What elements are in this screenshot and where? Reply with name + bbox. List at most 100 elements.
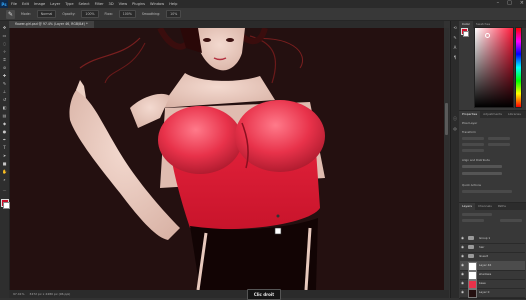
menu-window[interactable]: Window — [150, 2, 164, 6]
photoshop-logo-icon[interactable]: Ps — [0, 0, 8, 8]
close-icon[interactable]: × — [520, 0, 524, 6]
paragraph-icon[interactable]: ¶ — [452, 55, 458, 61]
eyedropper-tool-icon[interactable]: ⊘ — [2, 65, 7, 70]
properties-panel-tabs: Properties Adjustments Libraries — [459, 111, 526, 118]
distribute-buttons[interactable] — [462, 172, 502, 175]
canvas-vertical-scrollbar[interactable] — [444, 28, 449, 290]
document-tab[interactable]: flower-girl.psd @ 97.4% (Layer 46, RGB/8… — [9, 21, 94, 28]
visibility-eye-icon[interactable]: ◉ — [461, 290, 464, 294]
mode-select[interactable]: Normal — [36, 10, 57, 18]
brush-tool-icon[interactable]: ✎ — [2, 81, 7, 86]
menu-3d[interactable]: 3D — [109, 2, 114, 6]
layer-name: Layer 46 — [479, 263, 492, 267]
menu-layer[interactable]: Layer — [50, 2, 60, 6]
menu-select[interactable]: Select — [79, 2, 90, 6]
opacity-input[interactable]: 100% — [81, 10, 99, 18]
tools-panel: ✥ ▭ ◌ ✧ ⌗ ⊘ ✚ ✎ ⊥ ↺ ◧ ▤ ◆ ● ✒ T ➤ ■ ✋ ⌕ … — [0, 21, 10, 298]
minimize-icon[interactable]: – — [497, 0, 500, 6]
quick-select-tool-icon[interactable]: ✧ — [2, 49, 7, 54]
type-tool-icon[interactable]: T — [2, 145, 7, 150]
right-click-tooltip: Clic droit — [247, 289, 281, 300]
smoothing-input[interactable]: 10% — [166, 10, 182, 18]
brush-tool-icon[interactable]: ✎ — [6, 9, 15, 19]
background-color-swatch[interactable] — [3, 202, 10, 209]
panel-background-swatch[interactable] — [463, 31, 469, 37]
smoothing-label: Smoothing: — [141, 12, 161, 16]
brush-settings-icon[interactable]: ✎ — [452, 35, 458, 41]
crop-tool-icon[interactable]: ⌗ — [2, 57, 7, 62]
angle-field[interactable] — [462, 149, 484, 152]
path-select-tool-icon[interactable]: ➤ — [2, 153, 7, 158]
shape-tool-icon[interactable]: ■ — [2, 161, 7, 166]
menu-view[interactable]: View — [119, 2, 128, 6]
tab-layers[interactable]: Layers — [459, 203, 475, 210]
visibility-eye-icon[interactable]: ◉ — [461, 254, 464, 258]
x-field[interactable] — [462, 143, 484, 146]
more-tools-icon[interactable]: … — [2, 187, 7, 192]
visibility-eye-icon[interactable]: ◉ — [461, 236, 464, 240]
color-picker-cursor[interactable] — [485, 33, 490, 38]
visibility-eye-icon[interactable]: ◉ — [461, 272, 464, 276]
stamp-tool-icon[interactable]: ⊥ — [2, 89, 7, 94]
document-info: 3472 px x 2480 px (96 ppi) — [29, 292, 71, 296]
lasso-tool-icon[interactable]: ◌ — [2, 41, 7, 46]
layer-filter-field[interactable] — [462, 213, 492, 216]
history-icon[interactable]: ⟲ — [452, 25, 458, 31]
height-field[interactable] — [488, 137, 510, 140]
hand-tool-icon[interactable]: ✋ — [2, 169, 7, 174]
layer-row[interactable]: ◉ Layer 0 — [460, 288, 525, 298]
layer-thumbnail — [468, 289, 477, 298]
mode-label: Mode: — [21, 12, 31, 16]
width-field[interactable] — [462, 137, 484, 140]
flow-input[interactable]: 100% — [118, 10, 136, 18]
zoom-tool-icon[interactable]: ⌕ — [2, 177, 7, 182]
pen-tool-icon[interactable]: ✒ — [2, 137, 7, 142]
tab-adjustments[interactable]: Adjustments — [480, 111, 505, 118]
tab-properties[interactable]: Properties — [459, 111, 481, 118]
info-icon[interactable]: ⓘ — [452, 116, 458, 122]
tab-libraries[interactable]: Libraries — [505, 111, 524, 118]
maximize-icon[interactable]: □ — [507, 0, 512, 6]
folder-icon — [468, 245, 474, 249]
remove-background-button[interactable] — [462, 190, 512, 193]
navigator-icon[interactable]: ◎ — [452, 126, 458, 132]
move-tool-icon[interactable]: ✥ — [2, 25, 7, 30]
menu-image[interactable]: Image — [34, 2, 45, 6]
blur-tool-icon[interactable]: ◆ — [2, 121, 7, 126]
marquee-tool-icon[interactable]: ▭ — [2, 33, 7, 38]
scrollbar-thumb[interactable] — [445, 103, 448, 135]
character-icon[interactable]: A — [452, 45, 458, 51]
visibility-eye-icon[interactable]: ◉ — [461, 245, 464, 249]
menu-bar: Ps File Edit Image Layer Type Select Fil… — [0, 0, 526, 8]
menu-filter[interactable]: Filter — [95, 2, 104, 6]
zoom-level[interactable]: 97.41% — [13, 292, 24, 296]
healing-tool-icon[interactable]: ✚ — [2, 73, 7, 78]
visibility-eye-icon[interactable]: ◉ — [461, 263, 464, 267]
dodge-tool-icon[interactable]: ● — [2, 129, 7, 134]
layers-panel-tabs: Layers Channels Paths — [459, 203, 526, 210]
document-canvas[interactable] — [10, 28, 444, 290]
align-buttons[interactable] — [462, 165, 502, 168]
menu-file[interactable]: File — [11, 2, 17, 6]
folder-icon — [468, 236, 474, 240]
tab-color[interactable]: Color — [459, 21, 473, 28]
layer-name: hair — [479, 245, 485, 249]
menu-type[interactable]: Type — [65, 2, 73, 6]
tab-paths[interactable]: Paths — [495, 203, 509, 210]
gradient-tool-icon[interactable]: ▤ — [2, 113, 7, 118]
blend-mode-select[interactable] — [462, 219, 484, 222]
menu-help[interactable]: Help — [169, 2, 177, 6]
panel-dock-icons: ⟲ ✎ A ¶ ⓘ ◎ — [450, 21, 459, 298]
eraser-tool-icon[interactable]: ◧ — [2, 105, 7, 110]
history-brush-tool-icon[interactable]: ↺ — [2, 97, 7, 102]
y-field[interactable] — [488, 143, 510, 146]
window-controls: – □ × — [497, 0, 524, 6]
menu-plugins[interactable]: Plugins — [132, 2, 145, 6]
menu-edit[interactable]: Edit — [22, 2, 29, 6]
color-picker-field[interactable] — [474, 27, 514, 108]
layer-opacity-field[interactable] — [500, 219, 522, 222]
quick-actions-label: Quick Actions — [462, 183, 482, 187]
hue-slider[interactable] — [515, 27, 522, 108]
tab-channels[interactable]: Channels — [475, 203, 495, 210]
visibility-eye-icon[interactable]: ◉ — [461, 281, 464, 285]
